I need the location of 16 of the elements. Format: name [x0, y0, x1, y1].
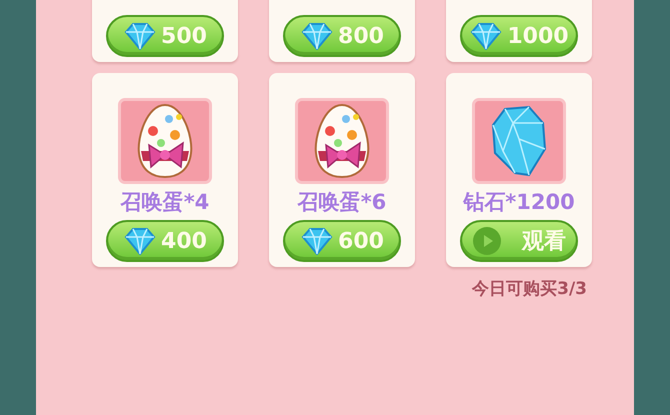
diamond-icon: [123, 22, 158, 50]
diamond-icon: [469, 22, 504, 50]
buy-button[interactable]: 600: [283, 220, 401, 262]
watch-ad-button[interactable]: 观看: [460, 220, 578, 262]
buy-button[interactable]: 800: [283, 15, 401, 57]
item-name: 召唤蛋*6: [298, 189, 386, 216]
diamond-icon: [300, 22, 334, 50]
diamond-icon: [300, 227, 334, 255]
play-icon: [472, 226, 502, 256]
buy-button[interactable]: 1000: [460, 15, 578, 57]
item-name: 钻石*1200: [463, 189, 575, 216]
buy-button[interactable]: 500: [106, 15, 224, 57]
buy-button[interactable]: 400: [106, 220, 224, 262]
daily-purchase-limit: 今日可购买3/3: [470, 278, 588, 300]
item-name: 召唤蛋*4: [120, 189, 210, 216]
diamond-icon: [123, 227, 158, 255]
